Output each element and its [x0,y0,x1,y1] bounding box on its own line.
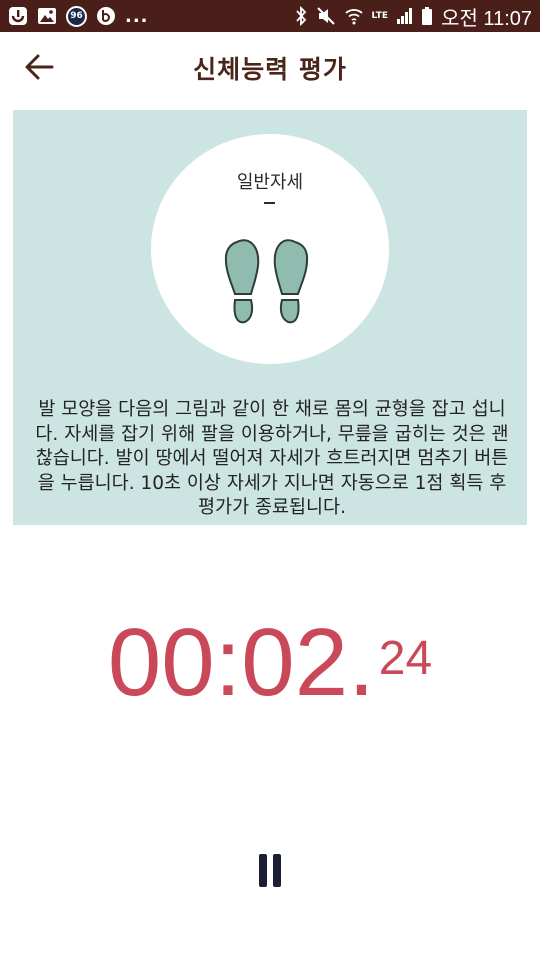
instruction-panel: 일반자세 발 모양을 다음의 그림과 같이 한 채로 몸의 균형을 잡고 섭니다… [13,110,527,525]
timer-fraction: 24 [378,632,433,685]
bluetooth-icon [295,6,307,26]
battery-icon [422,7,433,25]
timer-main: 00:02. [107,609,375,716]
wifi-icon [344,7,363,25]
mute-icon [316,6,336,26]
status-left: 96 ... [8,5,149,27]
pause-icon [259,853,267,887]
status-right: LTE 오전 11:07 [295,2,532,31]
timer-display: 00:02. 24 [0,615,540,711]
pose-label: 일반자세 [236,172,304,193]
network-type: LTE [371,10,389,21]
pause-icon-bar [273,853,281,887]
pause-button[interactable] [240,840,300,900]
more-notifications-indicator: ... [125,5,149,27]
app-bar: 신체능력 평가 [0,32,540,102]
pose-label-underline [264,202,275,204]
b-app-icon [96,6,116,26]
pose-illustration: 일반자세 [151,134,389,364]
app-notification-icon [8,6,28,26]
instruction-text: 발 모양을 다음의 그림과 같이 한 채로 몸의 균형을 잡고 섭니다. 자세를… [35,399,509,518]
badge-icon: 96 [66,5,87,27]
signal-icon [397,8,413,24]
gallery-icon [37,7,57,25]
status-bar: 96 ... LTE 오전 11:07 [0,0,540,32]
status-clock: 오전 11:07 [441,7,532,30]
page-title: 신체능력 평가 [193,55,347,84]
footprints-icon [224,239,309,324]
